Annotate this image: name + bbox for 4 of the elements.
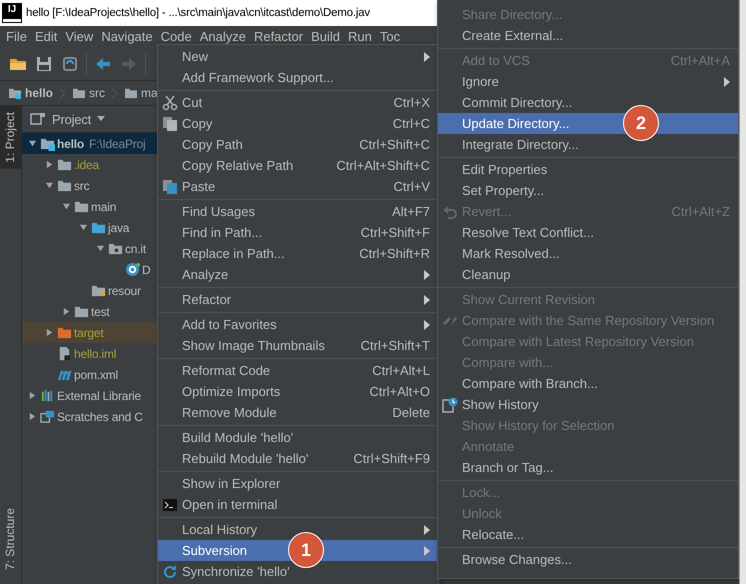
window-title: hello [F:\IdeaProjects\hello] - ...\src\main\java\cn\itcast\demo\Demo.jav xyxy=(26,7,370,19)
step-badge: 1 xyxy=(288,532,324,568)
step-badge: 2 xyxy=(623,105,659,141)
app-logo-icon: IJ xyxy=(3,4,21,22)
